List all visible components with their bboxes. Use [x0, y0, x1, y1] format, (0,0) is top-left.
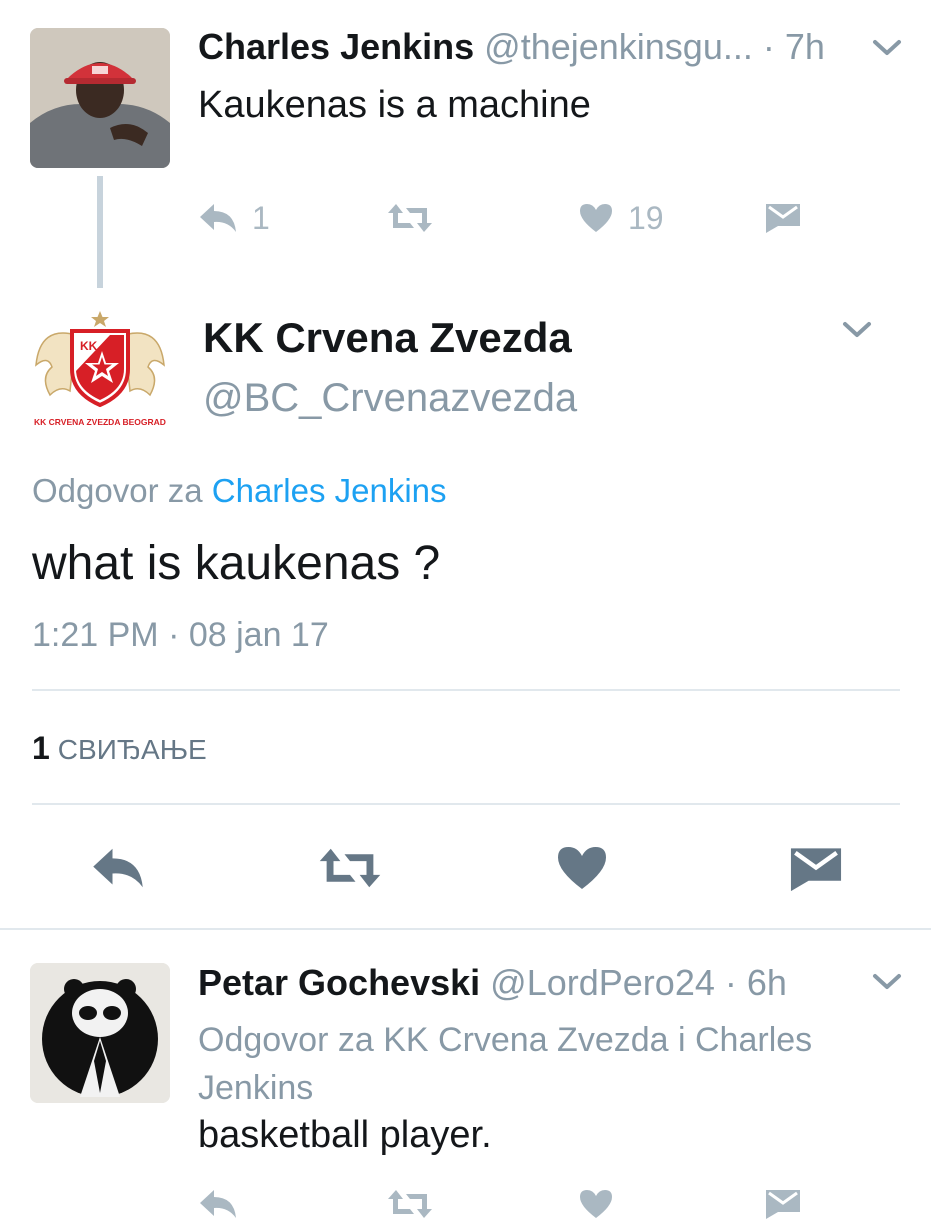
- retweet-icon: [386, 202, 434, 234]
- likes-count: 1: [32, 730, 50, 766]
- heart-icon: [578, 202, 614, 234]
- tweet1-retweet-button[interactable]: [386, 200, 434, 236]
- tweet1-reply-button[interactable]: 1: [198, 200, 270, 236]
- svg-text:KK CRVENA ZVEZDA BEOGRAD: KK CRVENA ZVEZDA BEOGRAD: [34, 417, 166, 427]
- tweet2-author-name[interactable]: KK Crvena Zvezda: [203, 314, 572, 362]
- tweet1-like-button[interactable]: 19: [578, 200, 664, 236]
- tweet1-text: Kaukenas is a machine: [198, 84, 591, 126]
- tweet3-retweet-button[interactable]: [386, 1186, 434, 1222]
- heart-icon: [578, 1188, 614, 1220]
- tweet3-header: Petar Gochevski @LordPero24 · 6h: [198, 962, 787, 1004]
- tweet1-like-count: 19: [628, 199, 664, 236]
- divider: [32, 803, 900, 805]
- divider: [32, 689, 900, 691]
- tweet3-text: basketball player.: [198, 1114, 492, 1156]
- tweet3-chevron-down-icon[interactable]: [872, 972, 902, 992]
- tweet2-likes-summary[interactable]: 1 СВИЂАЊЕ: [32, 730, 207, 767]
- tweet1-chevron-down-icon[interactable]: [872, 38, 902, 58]
- tweet2-reply-context: Odgovor za Charles Jenkins: [32, 472, 447, 510]
- tweet1-author-name[interactable]: Charles Jenkins: [198, 26, 474, 67]
- tweet2-chevron-down-icon[interactable]: [842, 320, 872, 340]
- reply-to-link[interactable]: Charles Jenkins: [212, 472, 447, 509]
- likes-label: СВИЂАЊЕ: [57, 734, 207, 765]
- charles-jenkins-avatar[interactable]: [30, 28, 170, 168]
- retweet-icon: [386, 1188, 434, 1220]
- direct-message-icon: [788, 844, 844, 894]
- retweet-icon: [314, 846, 386, 890]
- tweet3-dm-button[interactable]: [764, 1186, 802, 1222]
- tweet2-dm-button[interactable]: [788, 844, 844, 894]
- section-separator: [0, 928, 931, 930]
- tweet3-time: · 6h: [724, 962, 787, 1003]
- tweet1-author-handle[interactable]: @thejenkinsgu...: [484, 26, 753, 67]
- tweet1-reply-count: 1: [252, 199, 270, 236]
- direct-message-icon: [764, 202, 802, 234]
- tweet3-like-button[interactable]: [578, 1186, 614, 1222]
- heart-icon: [555, 844, 609, 892]
- tweet2-reply-button[interactable]: [88, 846, 148, 890]
- tweet3-reply-context: Odgovor za KK Crvena Zvezda i Charles Je…: [198, 1021, 813, 1107]
- tweet3-reply-button[interactable]: [198, 1186, 238, 1222]
- tweet1-header: Charles Jenkins @thejenkinsgu... · 7h: [198, 26, 825, 68]
- reply-prefix: Odgovor za: [32, 472, 203, 509]
- kk-crvena-zvezda-logo[interactable]: KK KK CRVENA ZVEZDA BEOGRAD: [30, 305, 170, 435]
- tweet1-time: · 7h: [762, 26, 825, 67]
- tweet2-retweet-button[interactable]: [314, 846, 386, 890]
- tweet2-timestamp[interactable]: 1:21 PM · 08 jan 17: [32, 616, 329, 655]
- direct-message-icon: [764, 1188, 802, 1220]
- reply-icon: [88, 846, 148, 890]
- tweet3-author-handle[interactable]: @LordPero24: [490, 962, 715, 1003]
- tweet2-text: what is kaukenas ?: [32, 537, 441, 590]
- thread-connector-line: [97, 176, 103, 288]
- reply-icon: [198, 1188, 238, 1220]
- tweet1-dm-button[interactable]: [764, 200, 802, 236]
- tweet2-author-handle[interactable]: @BC_Crvenazvezda: [203, 376, 577, 421]
- svg-text:KK: KK: [80, 339, 98, 353]
- reply-icon: [198, 202, 238, 234]
- petar-gochevski-avatar[interactable]: [30, 963, 170, 1103]
- tweet3-author-name[interactable]: Petar Gochevski: [198, 962, 480, 1003]
- tweet2-like-button[interactable]: [555, 844, 609, 892]
